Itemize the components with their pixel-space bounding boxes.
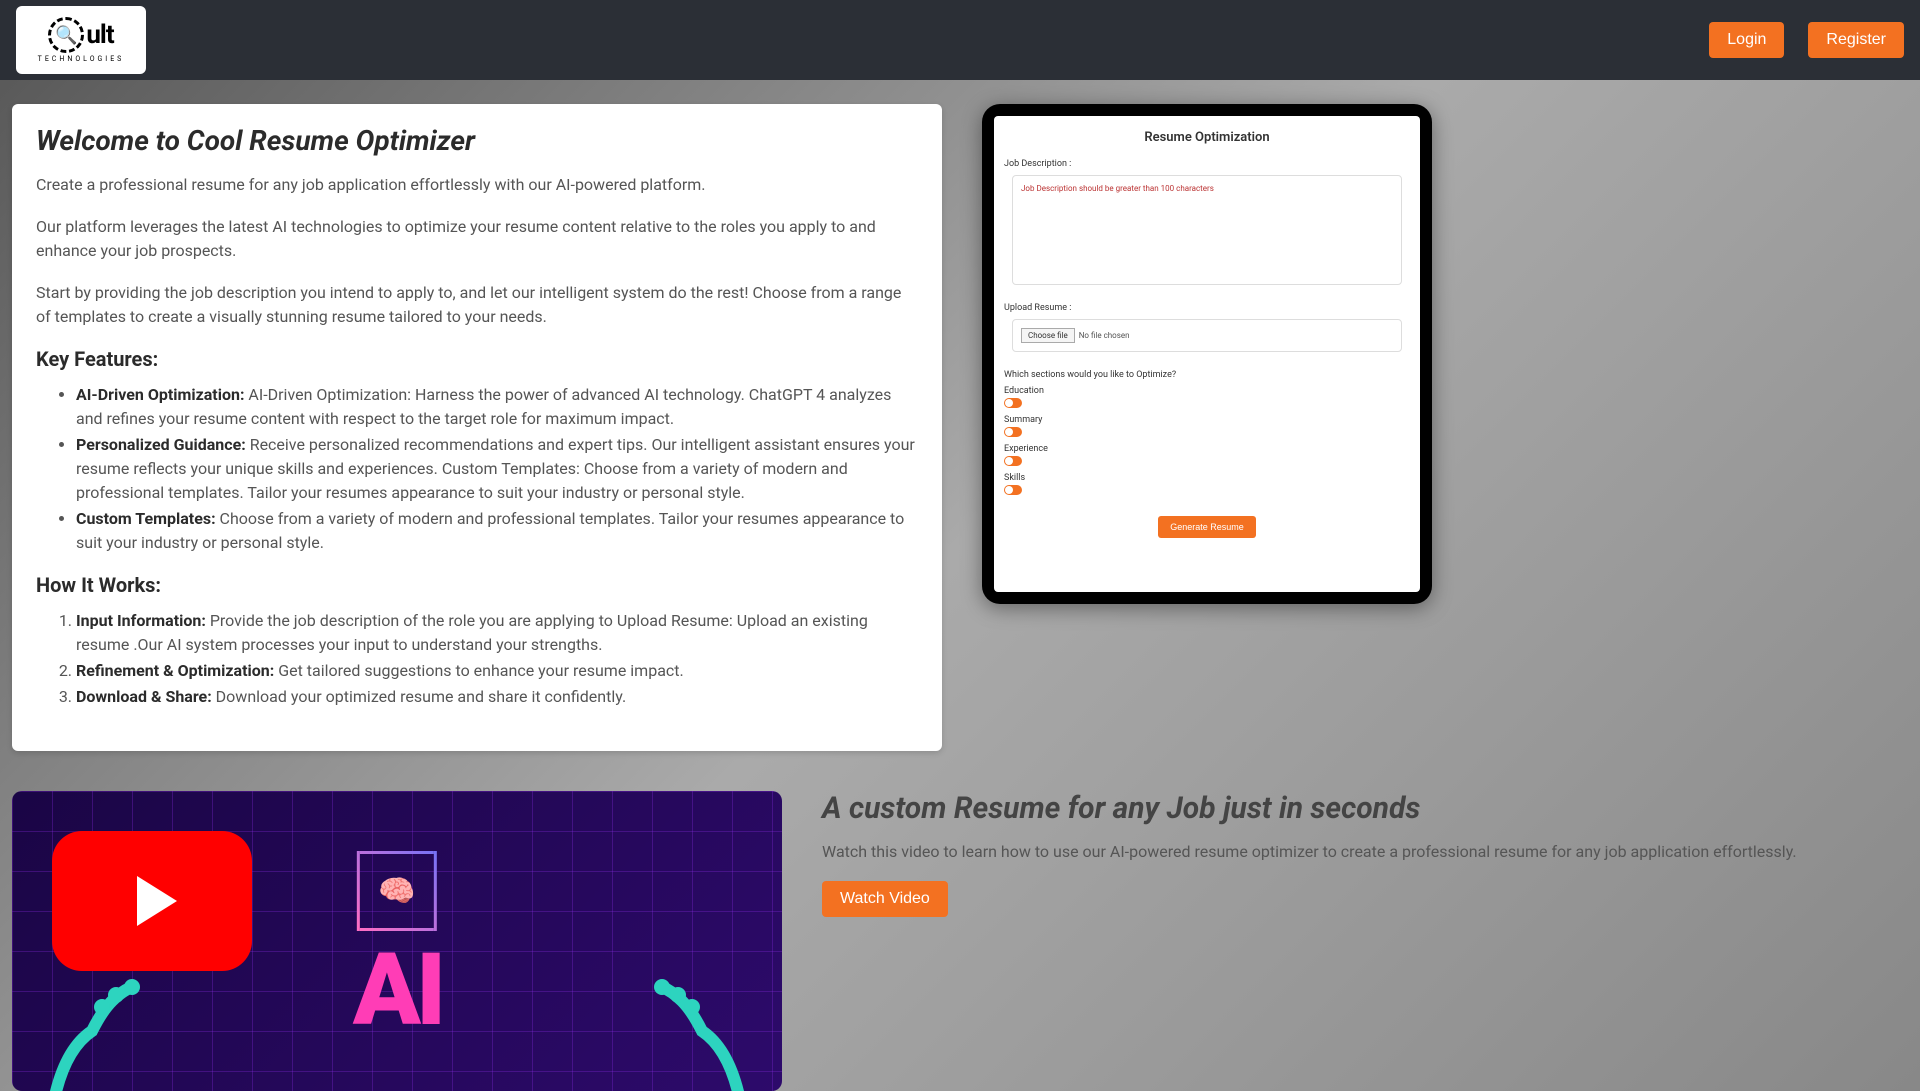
how-item: Input Information: Provide the job descr… bbox=[76, 609, 918, 657]
ai-graphic: 🧠 AI bbox=[353, 851, 441, 1031]
features-list: AI-Driven Optimization: AI-Driven Optimi… bbox=[36, 383, 918, 555]
sections-question: Which sections would you like to Optimiz… bbox=[1004, 370, 1410, 380]
feature-item: AI-Driven Optimization: AI-Driven Optimi… bbox=[76, 383, 918, 431]
option-education: Education bbox=[1004, 386, 1410, 411]
option-label: Summary bbox=[1004, 415, 1410, 425]
toggle-icon bbox=[1004, 485, 1022, 495]
tablet-mockup: Resume Optimization Job Description : Jo… bbox=[982, 104, 1432, 604]
how-list: Input Information: Provide the job descr… bbox=[36, 609, 918, 709]
toggle-icon bbox=[1004, 398, 1022, 408]
header-buttons: Login Register bbox=[1709, 22, 1904, 58]
video-info: A custom Resume for any Job just in seco… bbox=[822, 791, 1908, 917]
welcome-p3: Start by providing the job description y… bbox=[36, 281, 918, 329]
features-heading: Key Features: bbox=[36, 347, 918, 371]
jd-error: Job Description should be greater than 1… bbox=[1021, 184, 1214, 193]
generate-resume-button: Generate Resume bbox=[1158, 516, 1256, 538]
welcome-card: Welcome to Cool Resume Optimizer Create … bbox=[12, 104, 942, 751]
how-heading: How It Works: bbox=[36, 573, 918, 597]
option-label: Education bbox=[1004, 386, 1410, 396]
upload-label: Upload Resume : bbox=[1004, 303, 1410, 313]
register-button[interactable]: Register bbox=[1808, 22, 1904, 58]
video-section: 🧠 AI A custom Resume for any Job just in… bbox=[0, 751, 1920, 1091]
how-label: Input Information: bbox=[76, 611, 206, 630]
option-skills: Skills bbox=[1004, 473, 1410, 498]
welcome-p1: Create a professional resume for any job… bbox=[36, 173, 918, 197]
choose-file-button: Choose file bbox=[1021, 328, 1075, 343]
robot-hand-right-icon bbox=[602, 931, 782, 1091]
video-description: Watch this video to learn how to use our… bbox=[822, 842, 1908, 861]
how-item: Refinement & Optimization: Get tailored … bbox=[76, 659, 918, 683]
file-upload-box: Choose file No file chosen bbox=[1012, 319, 1402, 352]
toggle-icon bbox=[1004, 427, 1022, 437]
video-title: A custom Resume for any Job just in seco… bbox=[822, 791, 1908, 826]
jd-textarea: Job Description should be greater than 1… bbox=[1012, 175, 1402, 285]
option-summary: Summary bbox=[1004, 415, 1410, 440]
no-file-text: No file chosen bbox=[1079, 331, 1130, 340]
robot-hand-left-icon bbox=[12, 931, 192, 1091]
option-label: Skills bbox=[1004, 473, 1410, 483]
tablet-screen: Resume Optimization Job Description : Jo… bbox=[994, 116, 1420, 592]
main-content: Welcome to Cool Resume Optimizer Create … bbox=[0, 80, 1920, 751]
feature-label: AI-Driven Optimization: bbox=[76, 385, 244, 404]
logo-icon: 🔍 bbox=[48, 17, 84, 53]
how-text: Get tailored suggestions to enhance your… bbox=[274, 661, 683, 680]
ai-text: AI bbox=[353, 951, 441, 1031]
how-text: Download your optimized resume and share… bbox=[212, 687, 626, 706]
header: 🔍 ult TECHNOLOGIES Login Register bbox=[0, 0, 1920, 80]
option-label: Experience bbox=[1004, 444, 1410, 454]
feature-label: Custom Templates: bbox=[76, 509, 216, 528]
how-label: Download & Share: bbox=[76, 687, 212, 706]
feature-item: Custom Templates: Choose from a variety … bbox=[76, 507, 918, 555]
welcome-p2: Our platform leverages the latest AI tec… bbox=[36, 215, 918, 263]
lightbulb-brain-icon: 🧠 bbox=[357, 851, 437, 931]
tablet-title: Resume Optimization bbox=[1004, 130, 1410, 145]
feature-item: Personalized Guidance: Receive personali… bbox=[76, 433, 918, 505]
option-experience: Experience bbox=[1004, 444, 1410, 469]
how-item: Download & Share: Download your optimize… bbox=[76, 685, 918, 709]
jd-label: Job Description : bbox=[1004, 159, 1410, 169]
watch-video-button[interactable]: Watch Video bbox=[822, 881, 948, 917]
logo-text: ult bbox=[86, 20, 113, 50]
toggle-icon bbox=[1004, 456, 1022, 466]
video-thumbnail[interactable]: 🧠 AI bbox=[12, 791, 782, 1091]
logo-subtitle: TECHNOLOGIES bbox=[38, 55, 125, 63]
welcome-title: Welcome to Cool Resume Optimizer bbox=[36, 124, 918, 157]
logo[interactable]: 🔍 ult TECHNOLOGIES bbox=[16, 6, 146, 74]
login-button[interactable]: Login bbox=[1709, 22, 1784, 58]
feature-label: Personalized Guidance: bbox=[76, 435, 246, 454]
how-label: Refinement & Optimization: bbox=[76, 661, 274, 680]
